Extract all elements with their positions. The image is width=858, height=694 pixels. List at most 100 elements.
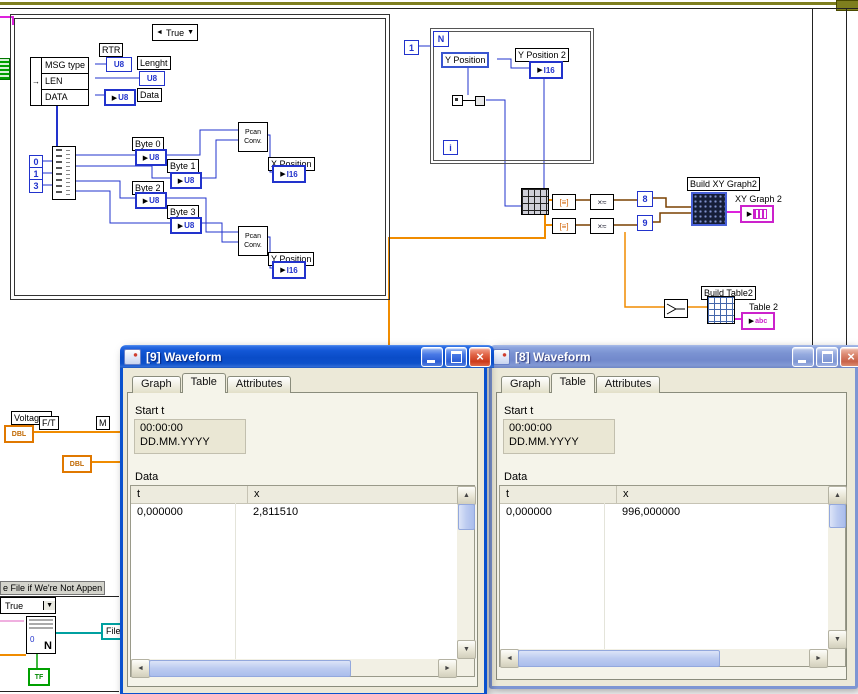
column-header-t[interactable]: t — [500, 486, 617, 503]
vertical-scroll-thumb[interactable] — [458, 504, 475, 530]
case-selector-label: True — [165, 27, 185, 38]
bottom-case-selector[interactable]: True ▼ — [0, 597, 56, 614]
start-time-control[interactable]: 00:00:00 DD.MM.YYYY — [503, 419, 615, 454]
dbl-type-text: DBL — [69, 460, 85, 468]
data-label: Data — [504, 471, 528, 483]
y-position-2-terminal[interactable]: ▶ I16 — [529, 61, 563, 79]
horizontal-scrollbar[interactable]: ◄ ► — [131, 659, 457, 678]
feedback-node-icon[interactable] — [452, 95, 485, 106]
horizontal-scroll-thumb[interactable] — [149, 660, 351, 677]
voltages-terminal[interactable]: DBL — [4, 425, 34, 443]
tab-table[interactable]: Table — [181, 373, 226, 393]
byte1-terminal[interactable]: ▶ U8 — [170, 172, 202, 189]
restore-button[interactable] — [445, 346, 467, 367]
scrollbar-corner — [828, 649, 845, 666]
bundle-icon[interactable] — [521, 188, 549, 215]
data-table: t x 0,000000 996,000000 ▲ ▼ ◄ ► — [499, 485, 847, 668]
scroll-left-button[interactable]: ◄ — [131, 659, 150, 678]
vertical-scrollbar[interactable]: ▲ ▼ — [457, 486, 476, 659]
scroll-right-button[interactable]: ► — [438, 659, 457, 678]
scroll-down-button[interactable]: ▼ — [457, 640, 476, 659]
pcan-text: Pcan — [245, 129, 261, 136]
loop-iteration-terminal[interactable]: i — [443, 140, 458, 155]
write-file-icon[interactable]: 0 N — [26, 616, 56, 654]
titlebar[interactable]: [9] Waveform × — [120, 345, 494, 368]
scroll-right-button[interactable]: ► — [809, 649, 828, 668]
tab-table[interactable]: Table — [550, 373, 595, 393]
xy-graph-2-terminal[interactable]: ▶ — [740, 205, 774, 223]
rtr-u8-terminal[interactable]: U8 — [106, 57, 132, 72]
minimize-button[interactable] — [421, 346, 443, 367]
column-header-t[interactable]: t — [131, 486, 248, 503]
index-array-icon[interactable] — [52, 146, 76, 200]
lenght-u8-terminal[interactable]: U8 — [139, 71, 165, 86]
clipped-boolean-terminal[interactable] — [0, 58, 10, 80]
waveform-icon-2[interactable]: ×≈ — [590, 218, 614, 234]
numeric-constant-8[interactable]: 8 — [637, 191, 653, 207]
byte2-terminal[interactable]: ▶ U8 — [135, 192, 167, 209]
window-title: [8] Waveform — [515, 349, 591, 364]
titlebar[interactable]: [8] Waveform × — [489, 345, 858, 368]
tab-attributes[interactable]: Attributes — [226, 376, 292, 393]
minimize-button[interactable] — [792, 346, 814, 367]
vertical-scroll-thumb[interactable] — [829, 504, 846, 528]
convert-icon-2[interactable]: [≡] — [552, 218, 576, 234]
vertical-scrollbar[interactable]: ▲ ▼ — [828, 486, 847, 649]
restore-icon — [450, 350, 462, 363]
start-time-control[interactable]: 00:00:00 DD.MM.YYYY — [134, 419, 246, 454]
unbundle-by-name-node[interactable]: → MSG type LEN DATA — [30, 57, 90, 106]
column-header-x[interactable]: x — [617, 486, 828, 503]
scroll-up-button[interactable]: ▲ — [828, 486, 847, 505]
loop-count-terminal[interactable]: N — [433, 31, 449, 47]
column-divider — [604, 503, 605, 649]
data-u8-terminal[interactable]: ▶ U8 — [104, 89, 136, 106]
byte3-terminal[interactable]: ▶ U8 — [170, 217, 202, 234]
scroll-down-button[interactable]: ▼ — [828, 630, 847, 649]
close-button[interactable]: × — [840, 346, 858, 367]
window-title: [9] Waveform — [146, 349, 222, 364]
feedback-node-output — [475, 95, 485, 106]
build-xy-graph-icon[interactable] — [691, 192, 727, 226]
scroll-up-button[interactable]: ▲ — [457, 486, 476, 505]
scroll-down-icon: ▼ — [834, 636, 841, 643]
build-table-icon[interactable] — [707, 296, 735, 324]
feedback-node-box — [452, 95, 463, 106]
case-dropdown-icon[interactable]: ▼ — [187, 29, 194, 36]
table-row[interactable]: 0,000000 996,000000 — [500, 504, 828, 521]
tab-attributes[interactable]: Attributes — [595, 376, 661, 393]
index-constant-3[interactable]: 3 — [29, 179, 43, 193]
boolean-constant[interactable]: TF — [28, 668, 50, 686]
tab-strip: Graph Table Attributes — [501, 373, 661, 393]
unbundle-arrow-icon: → — [31, 58, 42, 105]
close-button[interactable]: × — [469, 346, 491, 367]
horizontal-scrollbar[interactable]: ◄ ► — [500, 649, 828, 668]
merge-signals-icon[interactable] — [664, 299, 688, 318]
tab-graph[interactable]: Graph — [132, 376, 181, 393]
y-position-local-variable[interactable]: Y Position — [441, 52, 490, 68]
restore-button[interactable] — [816, 346, 838, 367]
scroll-left-button[interactable]: ◄ — [500, 649, 519, 668]
case-prev-icon[interactable]: ◄ — [156, 29, 163, 36]
numeric-constant-9[interactable]: 9 — [637, 215, 653, 231]
time-value: 00:00:00 — [140, 422, 183, 434]
horizontal-scroll-thumb[interactable] — [518, 650, 720, 667]
unbundle-row-len[interactable]: LEN — [42, 74, 89, 90]
convert-icon-1[interactable]: [≡] — [552, 194, 576, 210]
table-2-terminal[interactable]: ▶ abc — [741, 312, 775, 330]
case-selector[interactable]: ◄ True ▼ — [152, 24, 199, 41]
table-row[interactable]: 0,000000 2,811510 — [131, 504, 457, 521]
pcan-conv-node-1[interactable]: Pcan Conv. — [238, 122, 268, 152]
tab-graph[interactable]: Graph — [501, 376, 550, 393]
unbundle-row-data[interactable]: DATA — [42, 90, 88, 105]
waveform-icon-1[interactable]: ×≈ — [590, 194, 614, 210]
y-position-terminal[interactable]: ▶ I16 — [272, 261, 306, 279]
ft-terminal[interactable]: DBL — [62, 455, 92, 473]
unbundle-row-msg-type[interactable]: MSG type — [42, 58, 89, 74]
numeric-constant-1[interactable]: 1 — [404, 40, 419, 55]
scroll-up-icon: ▲ — [834, 492, 841, 499]
pcan-conv-node-2[interactable]: Pcan Conv. — [238, 226, 268, 256]
dropdown-icon[interactable]: ▼ — [43, 601, 55, 610]
byte0-terminal[interactable]: ▶ U8 — [135, 149, 167, 166]
column-header-x[interactable]: x — [248, 486, 457, 503]
x-position-terminal[interactable]: ▶ I16 — [272, 165, 306, 183]
